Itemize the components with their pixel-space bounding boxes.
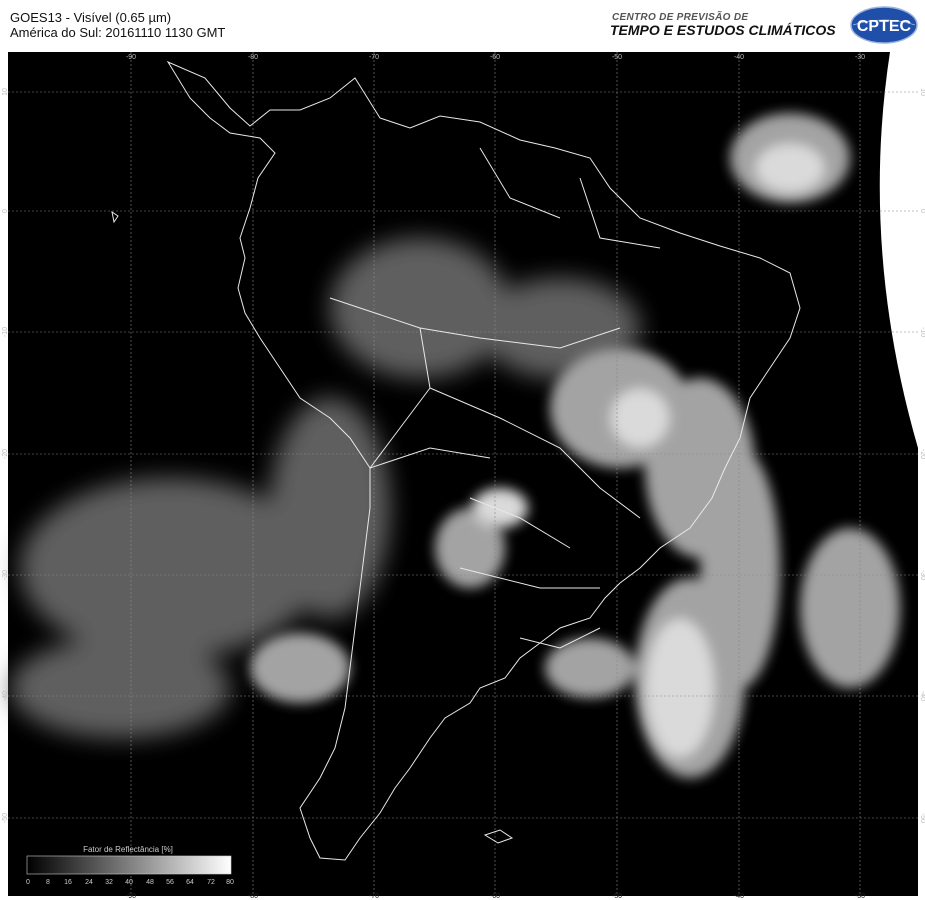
legend-colorbar — [26, 855, 232, 875]
legend-title: Fator de Reflectância [%] — [83, 845, 173, 854]
lon-label: -40 — [734, 54, 744, 61]
legend-tick: 24 — [85, 879, 93, 886]
legend-tick: 56 — [166, 879, 174, 886]
legend-tick: 0 — [26, 879, 30, 886]
lon-label: -90 — [126, 54, 136, 61]
logo-text: CPTEC — [857, 18, 912, 35]
lon-label: -50 — [612, 54, 622, 61]
map-svg: -90 -80 -70 -60 -50 -40 -30 -90 -80 -70 … — [2, 52, 925, 900]
lat-label: -20 — [919, 449, 925, 459]
lat-label: -10 — [919, 327, 925, 337]
image-title: GOES13 - Visível (0.65 µm) — [10, 10, 172, 25]
lat-label: -30 — [919, 570, 925, 580]
lat-label: -20 — [2, 449, 9, 459]
legend-tick: 40 — [125, 879, 133, 886]
cptec-logo: CPTEC — [850, 6, 918, 44]
legend-tick: 48 — [146, 879, 154, 886]
org-name-line2: TEMPO E ESTUDOS CLIMÁTICOS — [610, 22, 836, 38]
lon-label: -50 — [612, 893, 622, 900]
image-subtitle: América do Sul: 20161110 1130 GMT — [10, 25, 226, 40]
lat-label: -40 — [919, 691, 925, 701]
lat-label: 10 — [2, 88, 9, 96]
lon-label: -30 — [855, 893, 865, 900]
legend-tick: 72 — [207, 879, 215, 886]
header: GOES13 - Visível (0.65 µm) América do Su… — [0, 0, 925, 48]
lat-label: -30 — [2, 570, 9, 580]
lat-label: 0 — [919, 209, 925, 213]
satellite-map: -90 -80 -70 -60 -50 -40 -30 -90 -80 -70 … — [0, 48, 925, 900]
lon-label: -60 — [490, 54, 500, 61]
lat-label: 0 — [2, 209, 9, 213]
legend-tick: 32 — [105, 879, 113, 886]
lat-label: -50 — [919, 813, 925, 823]
lon-label: -60 — [490, 893, 500, 900]
lat-label: 10 — [919, 88, 925, 96]
lon-label: -40 — [734, 893, 744, 900]
legend-tick: 16 — [64, 879, 72, 886]
lon-label: -80 — [248, 893, 258, 900]
lat-labels-right: 10 0 -10 -20 -30 -40 -50 — [919, 88, 925, 823]
lat-label: -10 — [2, 327, 9, 337]
lon-label: -30 — [855, 54, 865, 61]
legend-tick: 80 — [226, 879, 234, 886]
lat-label: -50 — [2, 813, 9, 823]
lat-label: -40 — [2, 691, 9, 701]
lon-label: -70 — [369, 893, 379, 900]
legend-tick: 8 — [46, 879, 50, 886]
lon-label: -80 — [248, 54, 258, 61]
lat-labels-left: 10 0 -10 -20 -30 -40 -50 — [2, 88, 9, 823]
lon-label: -90 — [126, 893, 136, 900]
lon-label: -70 — [369, 54, 379, 61]
legend-tick: 64 — [186, 879, 194, 886]
